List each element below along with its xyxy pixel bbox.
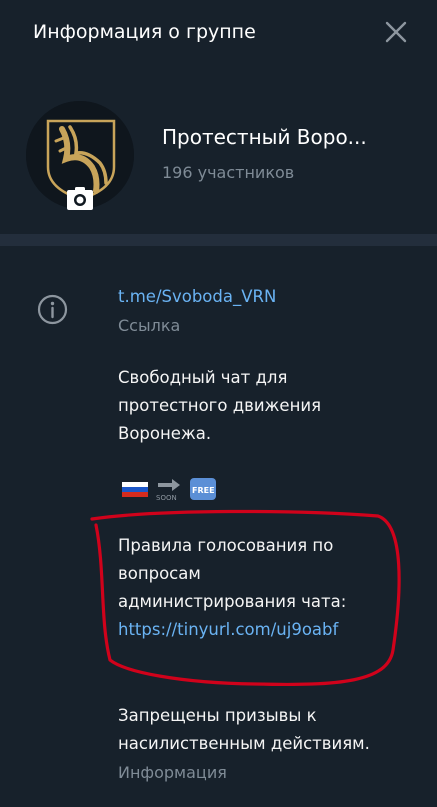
info-caption: Информация [118,763,227,782]
soon-label: SOON [156,494,177,502]
soon-arrow-icon: SOON [156,479,180,502]
description-line-3: Воронежа. [118,424,212,443]
description-line-1: Свободный чат для [118,368,288,387]
group-card: Протестный Воро... 196 участников [0,68,437,234]
close-button[interactable] [380,16,412,48]
camera-icon [67,187,93,210]
rules-line-3: администрирования чата: [118,592,347,611]
group-link[interactable]: t.me/Svoboda_VRN [118,283,276,310]
rules-link[interactable]: https://tinyurl.com/uj9oabf [118,616,338,643]
group-info-panel: Информация о группе Протестный Воро... 1… [0,0,437,807]
info-icon [37,294,68,325]
link-caption: Ссылка [118,316,181,335]
russia-flag-icon [122,482,148,497]
description-line-2: протестного движения [118,396,322,415]
header: Информация о группе [0,0,437,68]
header-title: Информация о группе [33,21,256,43]
group-name: Протестный Воро... [162,125,367,149]
rules-line-2: вопросам [118,564,201,583]
rules-line-1: Правила голосования по [118,536,334,555]
section-divider [0,234,437,246]
close-icon [385,21,407,43]
info-icon-wrap [36,293,69,326]
change-photo-button[interactable] [63,186,97,210]
free-label: FREE [192,486,215,495]
group-members-count: 196 участников [162,163,295,182]
free-icon: FREE [190,478,216,500]
ban-line-1: Запрещены призывы к [118,706,317,725]
emoji-row: SOON FREE [122,476,222,502]
ban-line-2: насилиственным действиям. [118,734,370,753]
